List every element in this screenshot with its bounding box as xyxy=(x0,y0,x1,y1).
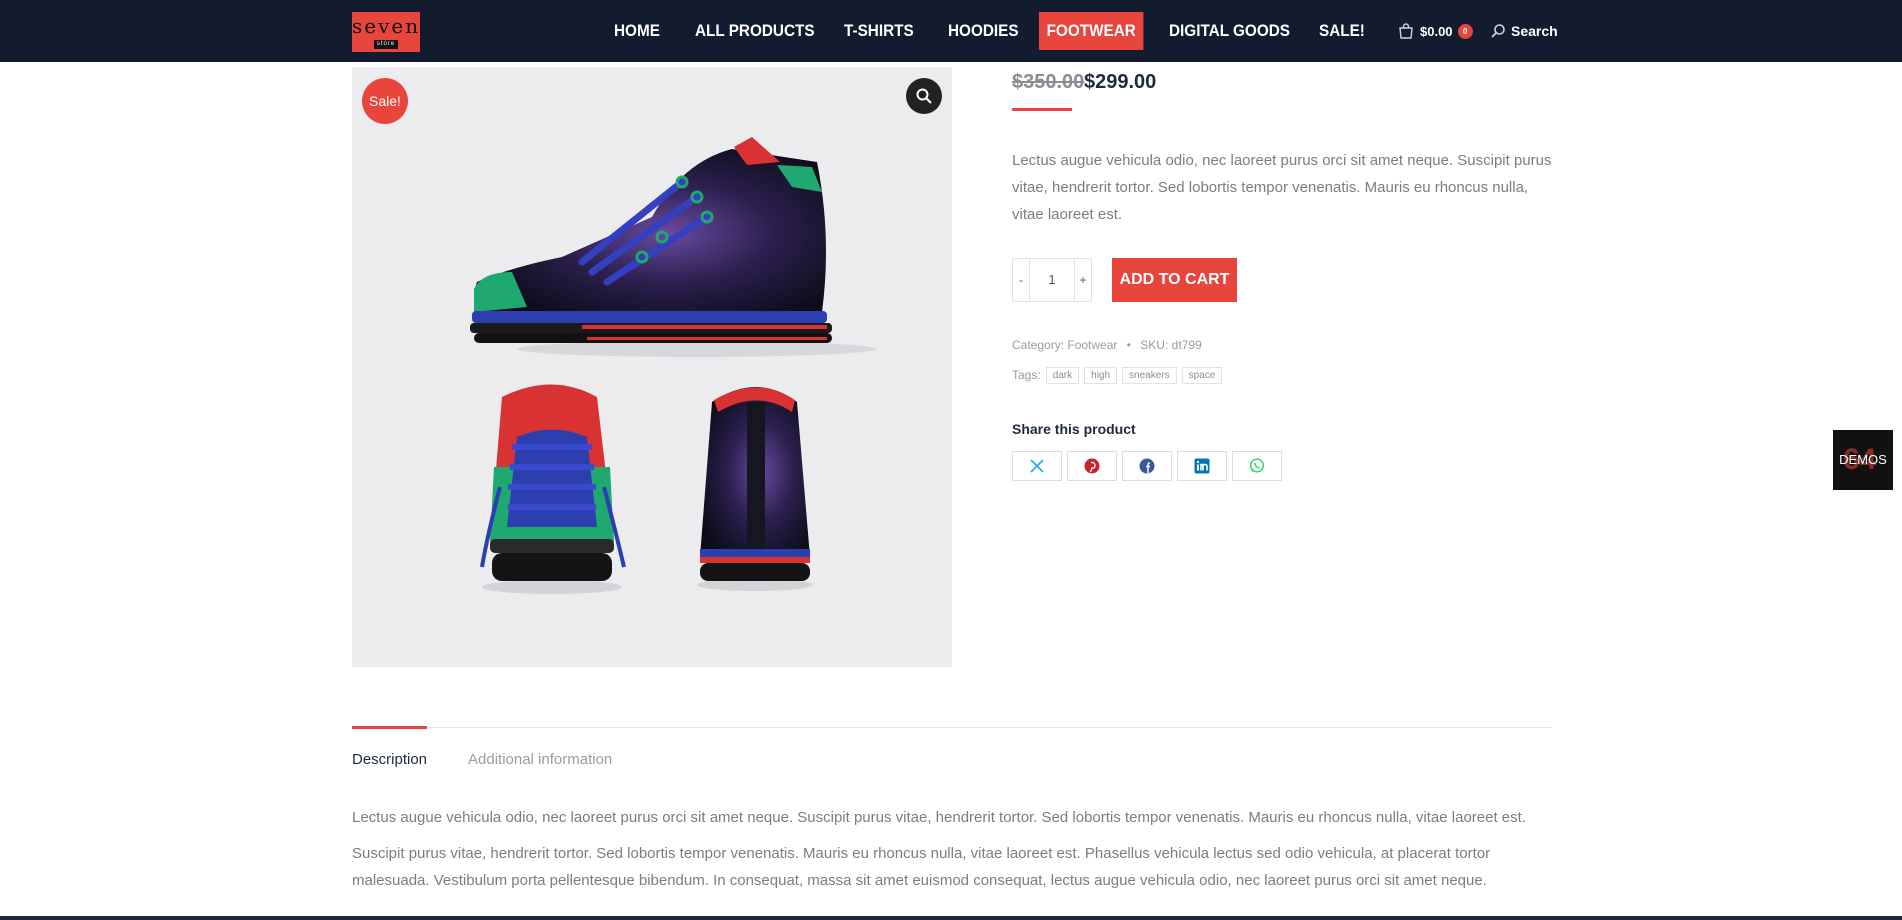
magnifier-icon xyxy=(916,88,932,104)
demos-label: DEMOS xyxy=(1839,452,1887,467)
short-description: Lectus augue vehicula odio, nec laoreet … xyxy=(1012,152,1552,223)
share-x-button[interactable] xyxy=(1012,451,1062,481)
description-paragraph: Lectus augue vehicula odio, nec laoreet … xyxy=(352,809,1526,826)
zoom-button[interactable] xyxy=(906,78,942,114)
x-twitter-icon xyxy=(1030,459,1044,473)
tag-sneakers[interactable]: sneakers xyxy=(1122,366,1177,384)
share-linkedin-button[interactable] xyxy=(1177,451,1227,481)
category-link[interactable]: Footwear xyxy=(1067,338,1117,352)
tag-high[interactable]: high xyxy=(1084,366,1118,384)
description-paragraph: Suscipit purus vitae, hendrerit tortor. … xyxy=(352,845,1491,889)
quantity-stepper: - + xyxy=(1012,258,1092,302)
tabs-divider xyxy=(352,727,1552,728)
cart-total: $0.00 xyxy=(1420,23,1453,39)
store-logo[interactable]: seven store xyxy=(352,12,420,52)
product-meta: Category: Footwear • SKU: dt799 xyxy=(1012,338,1202,352)
share-whatsapp-button[interactable] xyxy=(1232,451,1282,481)
nav-footwear[interactable]: FOOTWEAR xyxy=(1039,12,1144,50)
search-icon xyxy=(1491,24,1505,38)
facebook-icon xyxy=(1139,458,1155,474)
category-label: Category: xyxy=(1012,338,1065,352)
qty-minus-button[interactable]: - xyxy=(1013,259,1030,301)
pinterest-icon xyxy=(1084,458,1100,474)
nav-digital-goods[interactable]: DIGITAL GOODS xyxy=(1169,12,1290,50)
logo-text: seven xyxy=(352,14,421,38)
nav-sale[interactable]: SALE! xyxy=(1319,12,1365,50)
sku-label: SKU: xyxy=(1140,338,1169,352)
share-buttons xyxy=(1012,451,1282,481)
whatsapp-icon xyxy=(1249,458,1265,473)
demos-panel-button[interactable]: 64 DEMOS xyxy=(1833,430,1893,490)
share-pinterest-button[interactable] xyxy=(1067,451,1117,481)
meta-separator: • xyxy=(1126,338,1131,352)
tab-description[interactable]: Description xyxy=(352,751,427,768)
active-tab-indicator xyxy=(352,726,427,729)
nav-t-shirts[interactable]: T-SHIRTS xyxy=(844,12,914,50)
qty-plus-button[interactable]: + xyxy=(1074,259,1091,301)
product-image xyxy=(470,137,877,594)
tag-dark[interactable]: dark xyxy=(1045,366,1080,384)
shopping-bag-icon xyxy=(1399,23,1413,39)
site-header: seven store HOME ALL PRODUCTS T-SHIRTS H… xyxy=(0,0,1902,62)
footer-edge xyxy=(0,916,1902,920)
nav-home[interactable]: HOME xyxy=(614,12,660,50)
sku-value: dt799 xyxy=(1171,338,1202,352)
quantity-input[interactable] xyxy=(1030,259,1074,301)
price-current: $299.00 xyxy=(1084,71,1157,93)
search-link[interactable]: Search xyxy=(1490,20,1558,42)
share-facebook-button[interactable] xyxy=(1122,451,1172,481)
tag-space[interactable]: space xyxy=(1181,366,1223,384)
add-to-cart-button[interactable]: ADD TO CART xyxy=(1112,258,1237,302)
share-title: Share this product xyxy=(1012,421,1136,437)
price-divider xyxy=(1012,108,1072,111)
tags-label: Tags: xyxy=(1012,368,1041,382)
cart-count-badge: 0 xyxy=(1457,23,1473,39)
product-gallery[interactable]: Sale! xyxy=(352,67,952,667)
sale-badge: Sale! xyxy=(362,78,408,124)
linkedin-icon xyxy=(1194,458,1210,474)
product-tags: Tags: dark high sneakers space xyxy=(1012,365,1223,385)
cart-link[interactable]: $0.00 0 xyxy=(1398,20,1473,42)
tab-additional-information[interactable]: Additional information xyxy=(468,751,612,768)
price-old: $350.00 xyxy=(1012,71,1085,93)
nav-all-products[interactable]: ALL PRODUCTS xyxy=(695,12,815,50)
nav-hoodies[interactable]: HOODIES xyxy=(948,12,1019,50)
logo-subtext: store xyxy=(374,40,398,49)
search-label: Search xyxy=(1511,23,1558,39)
